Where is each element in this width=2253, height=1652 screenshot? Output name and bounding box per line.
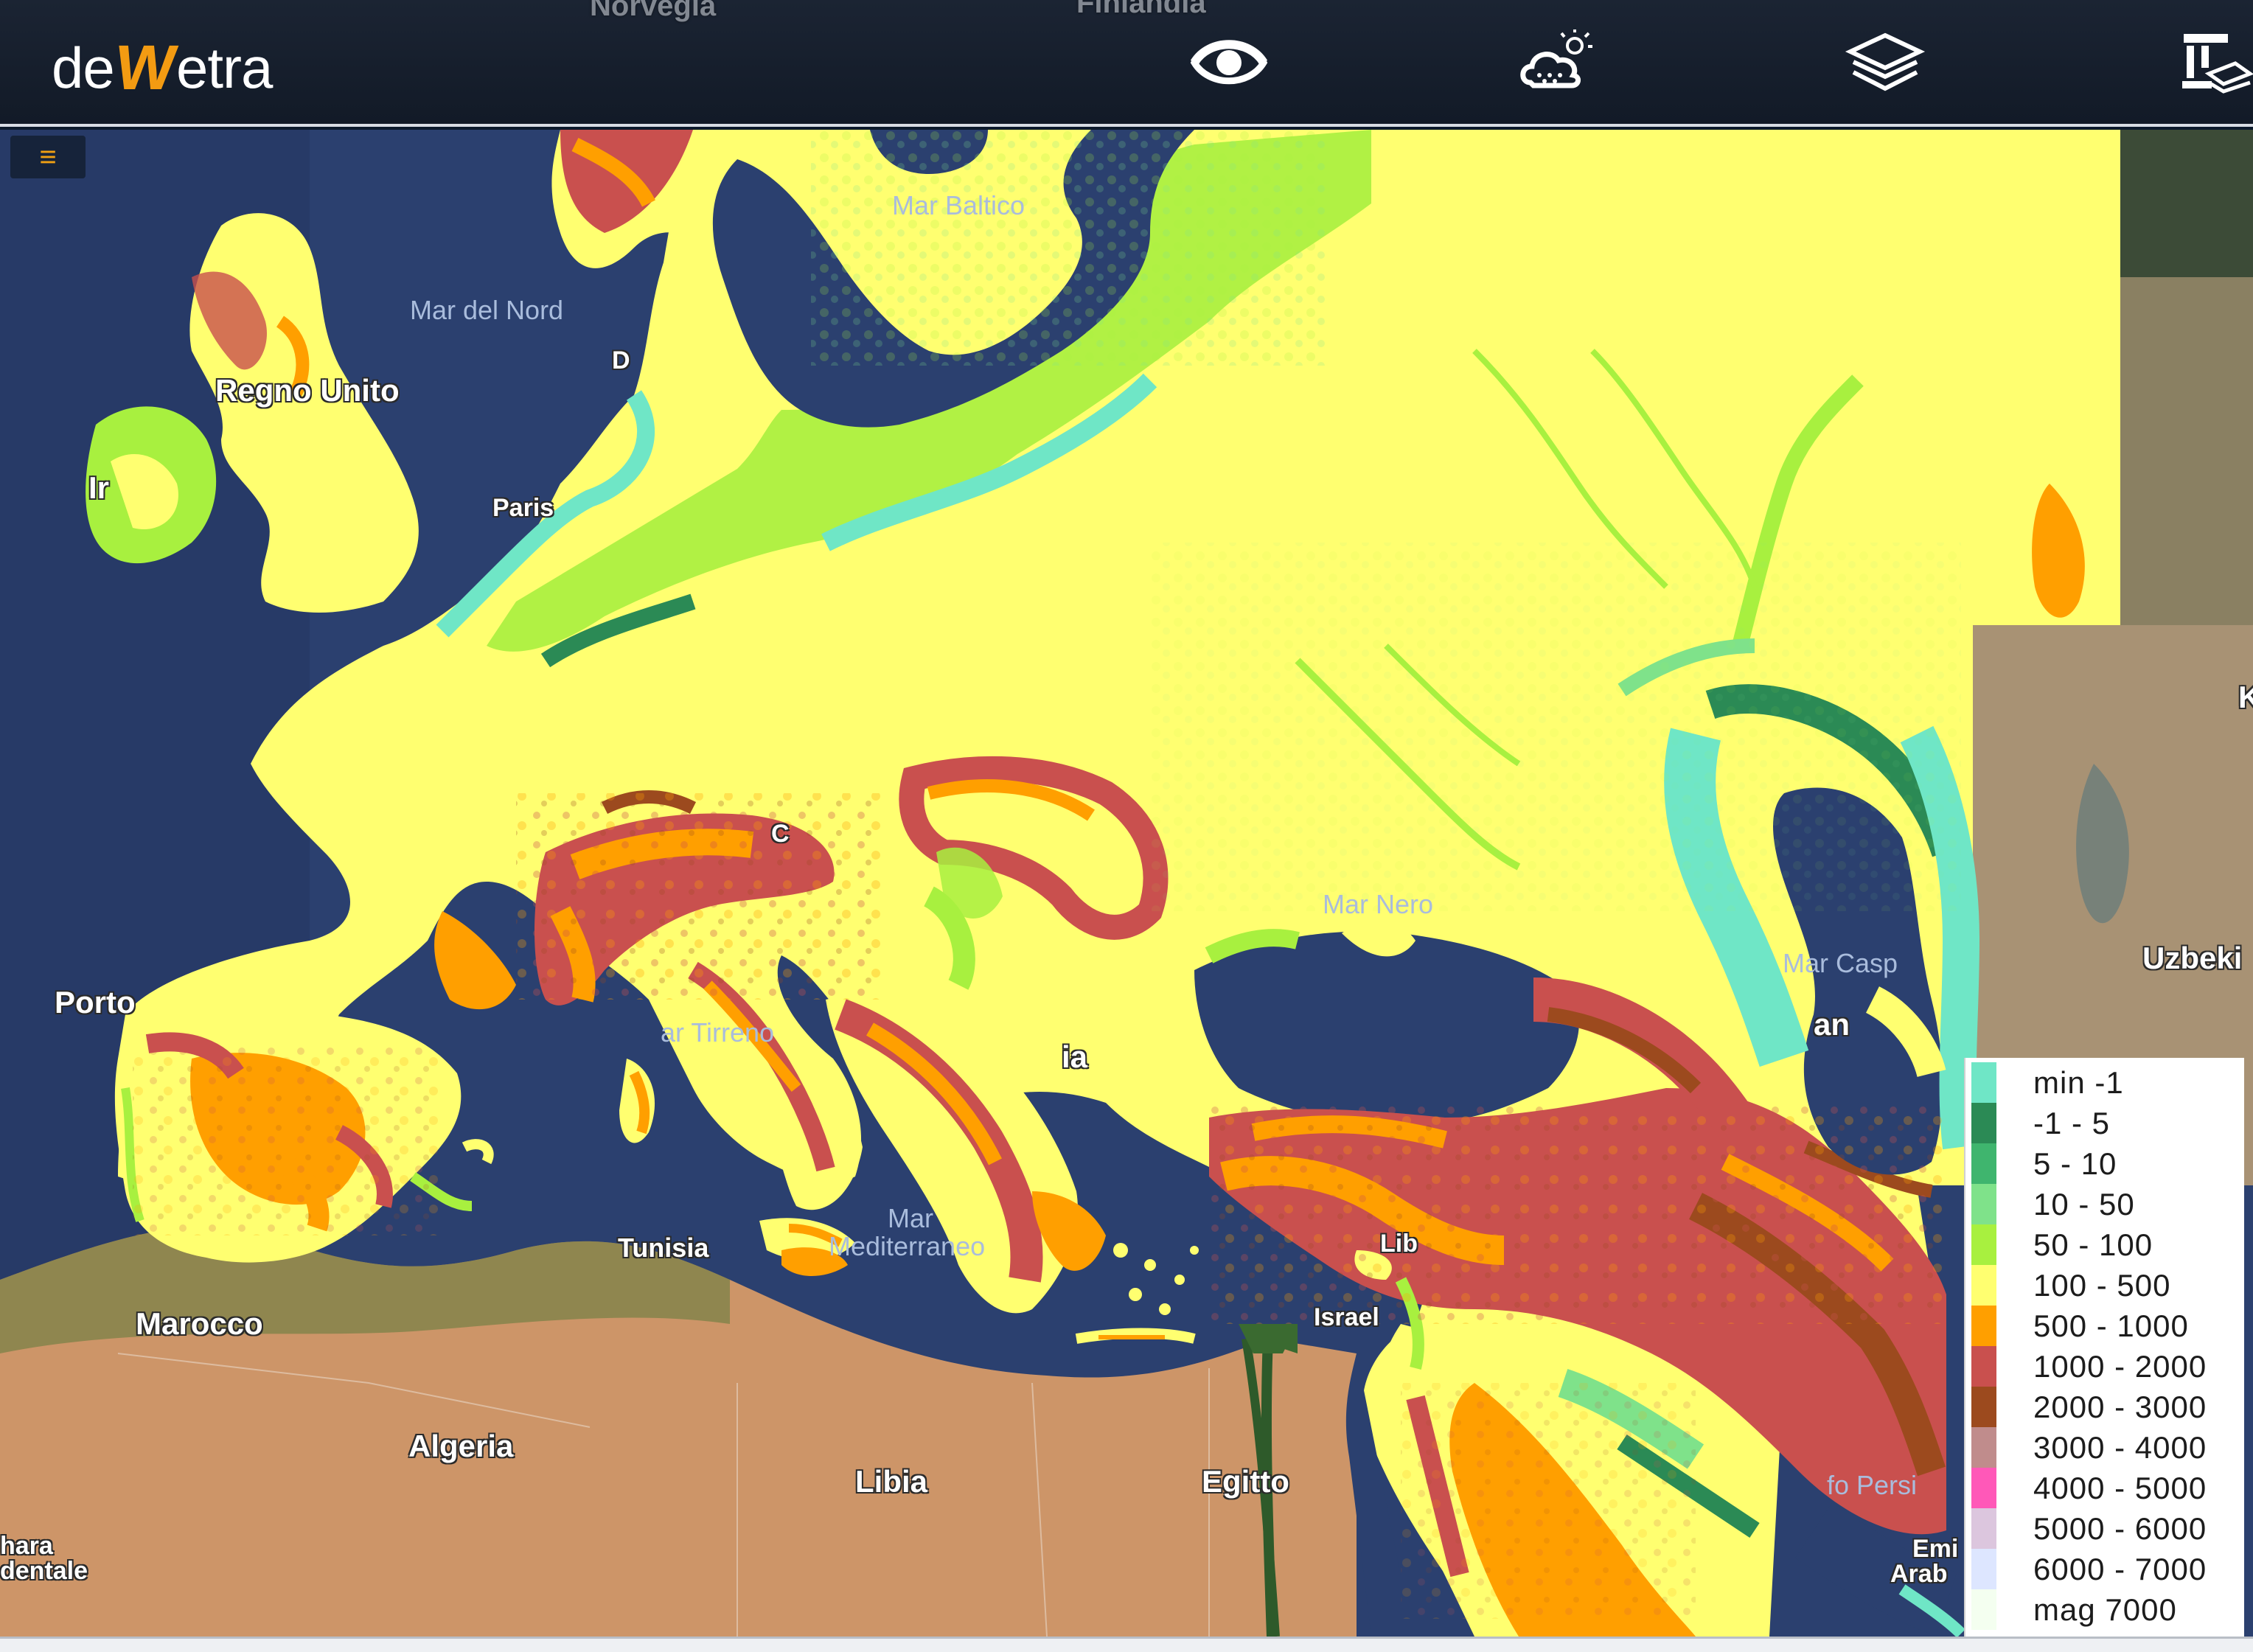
map-canvas[interactable] [0, 130, 2253, 1637]
label-portugal: Porto [55, 985, 136, 1020]
legend-item: 1000 - 2000 [1965, 1346, 2244, 1387]
legend-label: 5000 - 6000 [2033, 1510, 2207, 1546]
legend-swatch [1971, 1468, 1996, 1508]
label-israel: Israel [1314, 1303, 1379, 1331]
eye-icon[interactable] [1188, 29, 1270, 96]
label-caspian-sea: Mar Casp [1783, 948, 1898, 978]
legend-label: 1000 - 2000 [2033, 1348, 2207, 1384]
legend-swatch [1971, 1346, 1996, 1387]
label-north-sea: Mar del Nord [410, 295, 564, 325]
elevation-legend: min -1 -1 - 5 5 - 10 10 - 50 50 - 100 100 - 5… [1964, 1058, 2244, 1639]
legend-item: 100 - 500 [1965, 1265, 2244, 1306]
peek-label-finland: Finlandia [1076, 0, 1206, 19]
elevation-map[interactable]: Mar Baltico Mar del Nord Regno Unito Ir … [0, 130, 2253, 1637]
weather-cloud-sun-icon[interactable] [1517, 29, 1598, 96]
label-mediterranean-sea-1: Mar [888, 1203, 933, 1233]
menu-toggle-button[interactable]: ≡ [10, 136, 86, 178]
label-black-sea: Mar Nero [1323, 889, 1434, 919]
legend-swatch [1971, 1103, 1996, 1143]
label-western-sahara-2: dentale [0, 1557, 88, 1585]
legend-label: 500 - 1000 [2033, 1308, 2189, 1343]
legend-item: 10 - 50 [1965, 1184, 2244, 1224]
legend-label: 5 - 10 [2033, 1146, 2117, 1181]
label-lebanon: Lib [1380, 1230, 1418, 1258]
label-egypt: Egitto [1202, 1464, 1289, 1499]
legend-item: 4000 - 5000 [1965, 1468, 2244, 1508]
legend-item: 2000 - 3000 [1965, 1387, 2244, 1427]
label-libya: Libia [855, 1464, 928, 1499]
legend-label: min -1 [2033, 1064, 2124, 1100]
legend-swatch [1971, 1427, 1996, 1468]
label-algeria: Algeria [408, 1429, 514, 1463]
legend-item: mag 7000 [1965, 1589, 2244, 1630]
logo-mark: W [111, 32, 180, 103]
legend-swatch [1971, 1306, 1996, 1346]
dewetra-map-app: Norvegia Finlandia de W etra Mar Baltico… [0, 0, 2253, 1652]
legend-item: 6000 - 7000 [1965, 1549, 2244, 1589]
legend-item: 5000 - 6000 [1965, 1508, 2244, 1549]
dewetra-logo[interactable]: de W etra [52, 32, 273, 103]
legend-label: 2000 - 3000 [2033, 1389, 2207, 1424]
legend-item: 50 - 100 [1965, 1224, 2244, 1265]
legend-label: 3000 - 4000 [2033, 1429, 2207, 1465]
hamburger-icon: ≡ [39, 141, 57, 173]
top-toolbar: Norvegia Finlandia de W etra [0, 0, 2253, 127]
label-tunisia: Tunisia [618, 1233, 709, 1263]
legend-label: mag 7000 [2033, 1592, 2177, 1627]
label-turkmenistan: an [1814, 1007, 1850, 1042]
peek-label-norway: Norvegia [590, 0, 717, 22]
legend-label: 4000 - 5000 [2033, 1470, 2207, 1505]
legend-swatch [1971, 1224, 1996, 1265]
label-baltic-sea: Mar Baltico [892, 190, 1025, 220]
label-tyrrhenian-sea: ar Tirreno [661, 1017, 775, 1048]
label-persian-gulf: fo Persi [1827, 1470, 1918, 1500]
legend-label: 50 - 100 [2033, 1227, 2153, 1262]
legend-item: 500 - 1000 [1965, 1306, 2244, 1346]
label-paris: Paris [492, 494, 554, 522]
label-greece: ia [1062, 1039, 1088, 1074]
legend-label: -1 - 5 [2033, 1105, 2111, 1140]
legend-item: min -1 [1965, 1062, 2244, 1103]
label-denmark: D [612, 346, 630, 374]
legend-swatch [1971, 1062, 1996, 1103]
legend-label: 100 - 500 [2033, 1267, 2171, 1303]
label-emirates-2: Arab [1890, 1560, 1948, 1588]
label-croatia: C [771, 820, 790, 848]
legend-swatch [1971, 1589, 1996, 1630]
legend-item: 5 - 10 [1965, 1143, 2244, 1184]
logo-text-right: etra [175, 35, 273, 100]
label-mediterranean-sea-2: Mediterraneo [829, 1231, 986, 1261]
legend-item: 3000 - 4000 [1965, 1427, 2244, 1468]
legend-swatch [1971, 1508, 1996, 1549]
legend-label: 6000 - 7000 [2033, 1551, 2207, 1586]
logo-text-left: de [52, 35, 115, 100]
label-united-kingdom: Regno Unito [215, 373, 400, 408]
legend-label: 10 - 50 [2033, 1186, 2135, 1221]
legend-swatch [1971, 1143, 1996, 1184]
legend-swatch [1971, 1387, 1996, 1427]
legend-swatch [1971, 1549, 1996, 1589]
label-ireland: Ir [88, 470, 110, 505]
layers-icon[interactable] [1845, 29, 1926, 96]
bottom-status-strip [0, 1637, 2253, 1652]
museum-stack-icon[interactable] [2172, 29, 2253, 96]
legend-swatch [1971, 1184, 1996, 1224]
legend-item: -1 - 5 [1965, 1103, 2244, 1143]
label-uzbekistan: Uzbeki [2142, 941, 2243, 975]
legend-swatch [1971, 1265, 1996, 1306]
label-kazakhstan: K [2238, 680, 2253, 714]
label-morocco: Marocco [136, 1306, 263, 1341]
